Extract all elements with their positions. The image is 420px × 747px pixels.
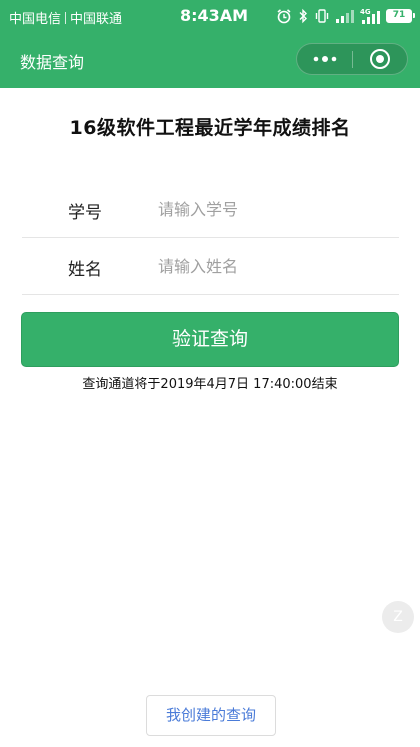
carrier-info: 中国电信 中国联通 (9, 8, 122, 27)
student-id-input[interactable] (158, 195, 388, 223)
nav-bar: 数据查询 (0, 32, 420, 88)
vibrate-icon (314, 8, 330, 24)
signal-4g-icon: 4G (360, 8, 380, 24)
name-row: 姓名 (22, 238, 399, 295)
student-id-row: 学号 (22, 181, 399, 238)
signal-icon (336, 9, 354, 23)
page: 中国电信 中国联通 8:43AM 4G 71 数据查询 16级软件工程最近学年成… (0, 0, 420, 747)
more-button[interactable] (297, 44, 352, 74)
battery-icon: 71 (386, 9, 415, 23)
mini-program-capsule (296, 43, 408, 75)
alarm-icon (276, 8, 292, 24)
query-form: 学号 姓名 (22, 181, 399, 295)
close-button[interactable] (352, 44, 407, 74)
carrier-2: 中国联通 (70, 12, 123, 27)
carrier-1: 中国电信 (9, 12, 62, 27)
name-label: 姓名 (68, 260, 102, 280)
verify-query-button[interactable]: 验证查询 (21, 312, 399, 367)
name-input[interactable] (158, 252, 388, 280)
more-dots-icon (313, 56, 336, 62)
page-title: 16级软件工程最近学年成绩排名 (69, 117, 351, 139)
student-id-label: 学号 (68, 203, 102, 223)
status-time: 8:43AM (180, 6, 249, 25)
deadline-note: 查询通道将于2019年4月7日 17:40:00结束 (82, 377, 338, 392)
nav-title: 数据查询 (20, 53, 85, 72)
network-type-label: 4G (360, 8, 371, 16)
target-close-icon (369, 49, 390, 69)
status-icons: 4G 71 (276, 6, 415, 26)
header: 中国电信 中国联通 8:43AM 4G 71 数据查询 (0, 0, 420, 88)
floating-z-button[interactable]: Z (382, 601, 414, 633)
status-bar: 中国电信 中国联通 8:43AM 4G 71 (0, 0, 420, 32)
carrier-separator (65, 12, 67, 24)
my-queries-button[interactable]: 我创建的查询 (146, 695, 276, 736)
bluetooth-icon (298, 8, 308, 24)
